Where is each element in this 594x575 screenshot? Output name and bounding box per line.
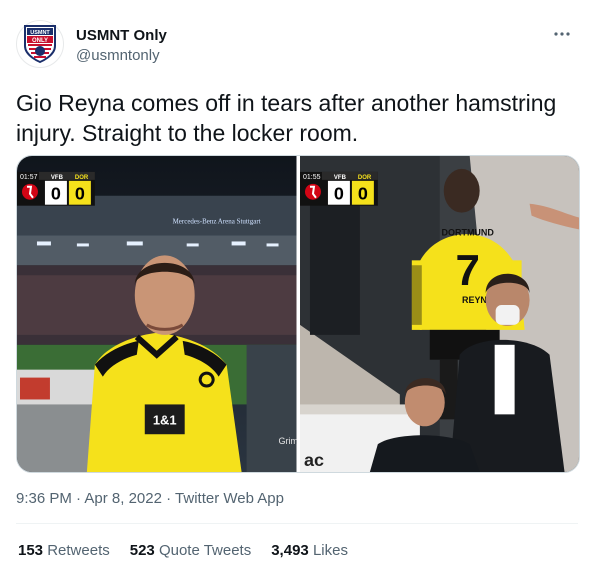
divider	[16, 523, 578, 524]
photo-crying-player[interactable]: Mercedes-Benz Arena Stuttgart Grimm 1&1	[17, 156, 297, 472]
svg-text:01:57: 01:57	[20, 174, 38, 181]
bundesliga-logo-icon	[304, 183, 321, 200]
tweet-text: Gio Reyna comes off in tears after anoth…	[16, 90, 557, 146]
meta-separator: ·	[76, 490, 82, 507]
shirt-number-text: 7	[455, 246, 479, 295]
svg-text:ONLY: ONLY	[32, 38, 48, 44]
tweet-stats: 153 Retweets 523 Quote Tweets 3,493 Like…	[18, 541, 348, 561]
more-options-icon[interactable]	[550, 22, 574, 46]
shirt-sponsor-text: 1&1	[153, 412, 177, 427]
svg-text:Grimm: Grimm	[279, 436, 297, 446]
quote-tweets-stat[interactable]: 523 Quote Tweets	[130, 541, 251, 561]
tweet-source[interactable]: Twitter Web App	[175, 490, 284, 507]
tweet-time[interactable]: 9:36 PM	[16, 490, 72, 507]
photo-walking-to-locker-room[interactable]: ac DORTMUND 7 REYNA 01:55 VFB DOR 0 0	[299, 156, 579, 472]
retweets-stat[interactable]: 153 Retweets	[18, 541, 110, 561]
svg-text:USMNT: USMNT	[30, 30, 50, 36]
tweet-header: USMNT ONLY USMNT Only @usmntonly	[16, 20, 578, 72]
tweet-timestamp: 9:36 PM · Apr 8, 2022 · Twitter Web App	[16, 489, 284, 509]
svg-text:DOR: DOR	[357, 175, 371, 181]
svg-text:ac: ac	[303, 450, 323, 470]
user-block: USMNT Only @usmntonly	[76, 20, 167, 72]
likes-stat[interactable]: 3,493 Likes	[271, 541, 348, 561]
svg-text:0: 0	[51, 184, 61, 204]
svg-text:VFB: VFB	[51, 175, 64, 181]
shirt-name-text: DORTMUND	[441, 228, 494, 238]
tweet-card: USMNT ONLY USMNT Only @usmntonly Gio Rey…	[0, 0, 594, 575]
display-name[interactable]: USMNT Only	[76, 26, 167, 46]
meta-separator: ·	[166, 490, 172, 507]
svg-text:0: 0	[75, 184, 85, 204]
tweet-date[interactable]: Apr 8, 2022	[84, 490, 162, 507]
avatar[interactable]: USMNT ONLY	[16, 20, 64, 68]
svg-text:01:55: 01:55	[302, 174, 320, 181]
shield-logo-icon: USMNT ONLY	[24, 25, 56, 64]
bundesliga-logo-icon	[21, 183, 38, 200]
svg-text:0: 0	[357, 184, 367, 204]
tweet-media: Mercedes-Benz Arena Stuttgart Grimm 1&1	[16, 155, 580, 473]
svg-text:VFB: VFB	[333, 175, 346, 181]
svg-text:DOR: DOR	[75, 175, 89, 181]
svg-text:0: 0	[333, 184, 343, 204]
user-handle[interactable]: @usmntonly	[76, 46, 167, 66]
stadium-banner-text: Mercedes-Benz Arena Stuttgart	[173, 218, 261, 226]
